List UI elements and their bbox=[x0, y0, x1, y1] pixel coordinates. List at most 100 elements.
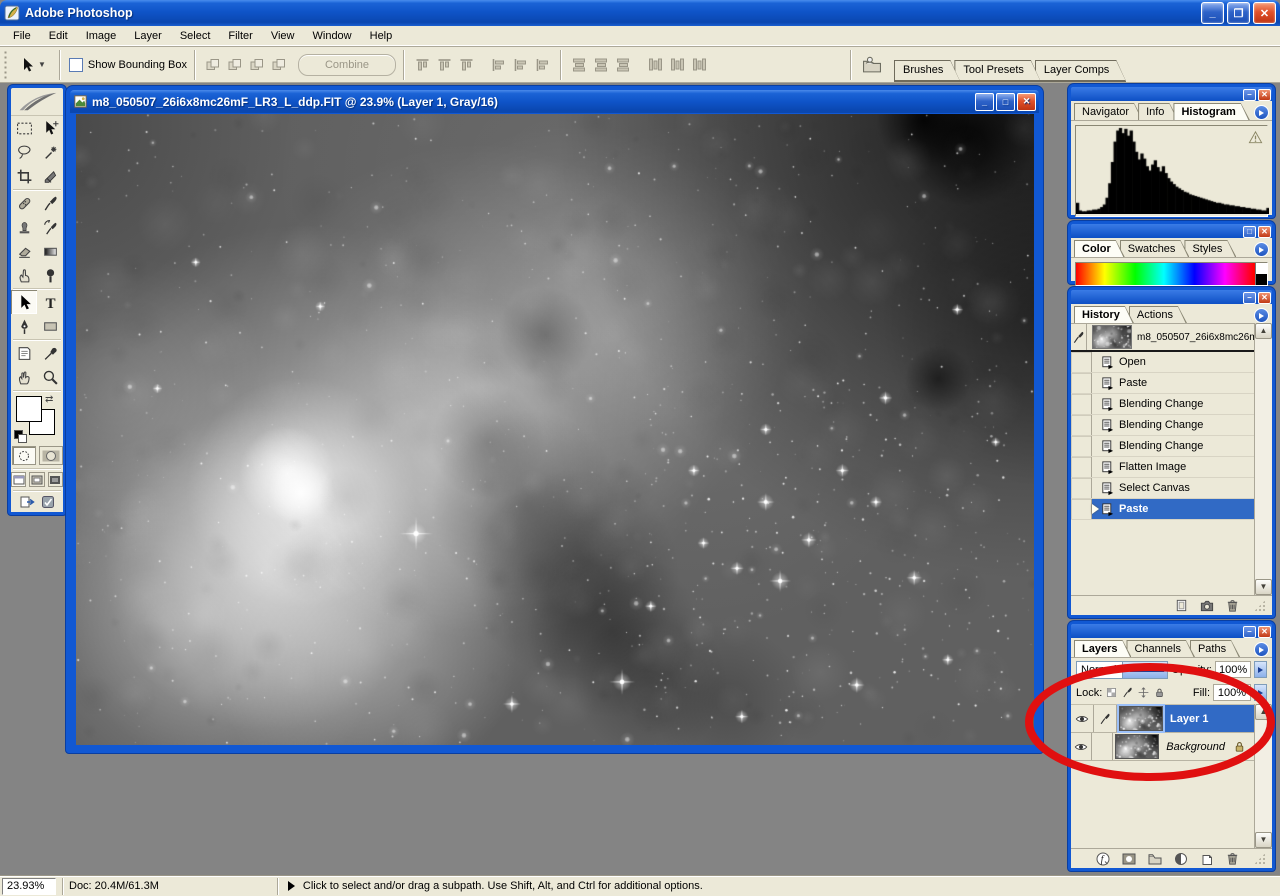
dodge-tool[interactable] bbox=[37, 263, 63, 287]
document-size-readout[interactable]: Doc: 20.4M/61.3M bbox=[69, 880, 159, 892]
type-tool[interactable] bbox=[37, 290, 63, 314]
layer-name[interactable]: Layer 1 bbox=[1170, 713, 1209, 725]
lock-all-icon[interactable] bbox=[1153, 686, 1166, 699]
restore-button[interactable]: ❐ bbox=[1227, 2, 1250, 24]
history-state-paste[interactable]: Paste bbox=[1071, 373, 1255, 394]
new-document-from-state-button[interactable] bbox=[1174, 598, 1189, 613]
layer-visibility-eye-icon[interactable] bbox=[1071, 705, 1094, 732]
eyedropper-tool[interactable] bbox=[37, 341, 63, 365]
swap-colors-icon[interactable]: ⇄ bbox=[45, 394, 53, 405]
distribute-bottom-edges-button[interactable] bbox=[612, 55, 634, 75]
panel-minimize-button[interactable]: – bbox=[1243, 89, 1256, 101]
color-spectrum-ramp[interactable] bbox=[1075, 262, 1268, 286]
menu-file[interactable]: File bbox=[4, 27, 40, 45]
path-selection-tool[interactable] bbox=[11, 290, 37, 314]
intersect-shape-area-button[interactable] bbox=[246, 55, 268, 75]
history-state-open[interactable]: Open bbox=[1071, 352, 1255, 373]
new-layer-button[interactable] bbox=[1199, 851, 1215, 867]
foreground-color-swatch[interactable] bbox=[16, 396, 42, 422]
new-group-button[interactable] bbox=[1147, 851, 1163, 867]
layers-panel-title-bar[interactable]: – ✕ bbox=[1071, 624, 1272, 638]
clone-stamp-tool[interactable] bbox=[11, 215, 37, 239]
history-brush-source-icon[interactable] bbox=[1071, 324, 1087, 350]
panel-menu-button[interactable] bbox=[1254, 242, 1269, 257]
panel-menu-button[interactable] bbox=[1254, 105, 1269, 120]
standard-screen-mode-button[interactable] bbox=[11, 472, 26, 487]
move-tool[interactable] bbox=[37, 116, 63, 140]
lock-transparency-icon[interactable] bbox=[1105, 686, 1118, 699]
notes-tool[interactable] bbox=[11, 341, 37, 365]
layers-scrollbar[interactable]: ▲ ▼ bbox=[1254, 704, 1272, 848]
history-source-checkbox[interactable] bbox=[1071, 394, 1092, 414]
document-title-bar[interactable]: m8_050507_26i6x8mc26mF_LR3_L_ddp.FIT @ 2… bbox=[70, 90, 1039, 113]
panel-menu-button[interactable] bbox=[1254, 308, 1269, 323]
menu-view[interactable]: View bbox=[262, 27, 304, 45]
menu-filter[interactable]: Filter bbox=[219, 27, 261, 45]
history-source-checkbox[interactable] bbox=[1071, 373, 1092, 393]
align-bottom-edges-button[interactable] bbox=[455, 55, 477, 75]
current-state-marker[interactable] bbox=[1092, 504, 1099, 514]
file-browser-button[interactable] bbox=[858, 55, 886, 75]
menu-help[interactable]: Help bbox=[361, 27, 402, 45]
dropdown-arrow-icon[interactable] bbox=[1122, 662, 1168, 678]
panel-resize-grip[interactable] bbox=[1254, 853, 1266, 865]
distribute-horizontal-centers-button[interactable] bbox=[666, 55, 688, 75]
panel-close-button[interactable]: ✕ bbox=[1258, 626, 1271, 638]
distribute-vertical-centers-button[interactable] bbox=[590, 55, 612, 75]
tab-histogram[interactable]: Histogram bbox=[1173, 103, 1249, 120]
lasso-tool[interactable] bbox=[11, 140, 37, 164]
document-close-button[interactable]: ✕ bbox=[1017, 93, 1036, 111]
new-adjustment-layer-button[interactable] bbox=[1173, 851, 1189, 867]
palette-well-tab-tool-presets[interactable]: Tool Presets bbox=[954, 60, 1041, 82]
history-state-flatten-image[interactable]: Flatten Image bbox=[1071, 457, 1255, 478]
fill-slider-arrow[interactable] bbox=[1254, 684, 1267, 701]
tab-styles[interactable]: Styles bbox=[1184, 240, 1236, 257]
menu-edit[interactable]: Edit bbox=[40, 27, 77, 45]
layer-visibility-eye-icon[interactable] bbox=[1071, 733, 1092, 760]
distribute-left-edges-button[interactable] bbox=[644, 55, 666, 75]
show-bounding-box-checkbox[interactable] bbox=[69, 58, 83, 72]
blur-tool[interactable] bbox=[11, 263, 37, 287]
show-bounding-box-option[interactable]: Show Bounding Box bbox=[67, 58, 187, 72]
palette-well-tab-layer-comps[interactable]: Layer Comps bbox=[1035, 60, 1126, 82]
new-snapshot-button[interactable] bbox=[1199, 598, 1215, 613]
history-brush-tool[interactable] bbox=[37, 215, 63, 239]
histogram-warning-icon[interactable] bbox=[1248, 130, 1263, 145]
panel-close-button[interactable]: ✕ bbox=[1258, 226, 1271, 238]
distribute-right-edges-button[interactable] bbox=[688, 55, 710, 75]
add-layer-mask-button[interactable] bbox=[1121, 851, 1137, 867]
lock-pixels-icon[interactable] bbox=[1121, 686, 1134, 699]
align-vertical-centers-button[interactable] bbox=[433, 55, 455, 75]
document-minimize-button[interactable]: _ bbox=[975, 93, 994, 111]
layer-style-button[interactable] bbox=[1095, 851, 1111, 867]
history-source-checkbox[interactable] bbox=[1071, 457, 1092, 477]
exclude-shape-area-button[interactable] bbox=[268, 55, 290, 75]
menu-image[interactable]: Image bbox=[77, 27, 126, 45]
default-colors-icon[interactable] bbox=[14, 430, 26, 442]
zoom-tool[interactable] bbox=[37, 365, 63, 389]
tab-swatches[interactable]: Swatches bbox=[1120, 240, 1190, 257]
healing-brush-tool[interactable] bbox=[11, 191, 37, 215]
zoom-percentage-field[interactable]: 23.93% bbox=[2, 878, 56, 895]
blend-mode-dropdown[interactable]: Normal bbox=[1076, 661, 1168, 679]
history-scrollbar[interactable]: ▲ ▼ bbox=[1254, 323, 1272, 595]
white-shortcut-swatch[interactable] bbox=[1255, 263, 1267, 274]
brush-tool[interactable] bbox=[37, 191, 63, 215]
pen-tool[interactable] bbox=[11, 314, 37, 338]
history-state-select-canvas[interactable]: Select Canvas bbox=[1071, 478, 1255, 499]
tab-info[interactable]: Info bbox=[1138, 103, 1178, 120]
layer-row-layer1[interactable]: Layer 1 bbox=[1071, 705, 1255, 733]
scroll-up-arrow[interactable]: ▲ bbox=[1255, 323, 1272, 339]
histogram-panel-title-bar[interactable]: – ✕ bbox=[1071, 87, 1272, 101]
quick-mask-mode-button[interactable] bbox=[39, 446, 63, 465]
scroll-down-arrow[interactable]: ▼ bbox=[1255, 832, 1272, 848]
black-shortcut-swatch[interactable] bbox=[1255, 274, 1267, 285]
align-horizontal-centers-button[interactable] bbox=[509, 55, 531, 75]
document-maximize-button[interactable]: □ bbox=[996, 93, 1015, 111]
opacity-value-field[interactable]: 100% bbox=[1215, 661, 1252, 678]
menu-select[interactable]: Select bbox=[171, 27, 220, 45]
fill-value-field[interactable]: 100% bbox=[1213, 684, 1251, 701]
crop-tool[interactable] bbox=[11, 164, 37, 188]
layer-name[interactable]: Background bbox=[1166, 741, 1225, 753]
opacity-slider-arrow[interactable] bbox=[1254, 661, 1267, 678]
